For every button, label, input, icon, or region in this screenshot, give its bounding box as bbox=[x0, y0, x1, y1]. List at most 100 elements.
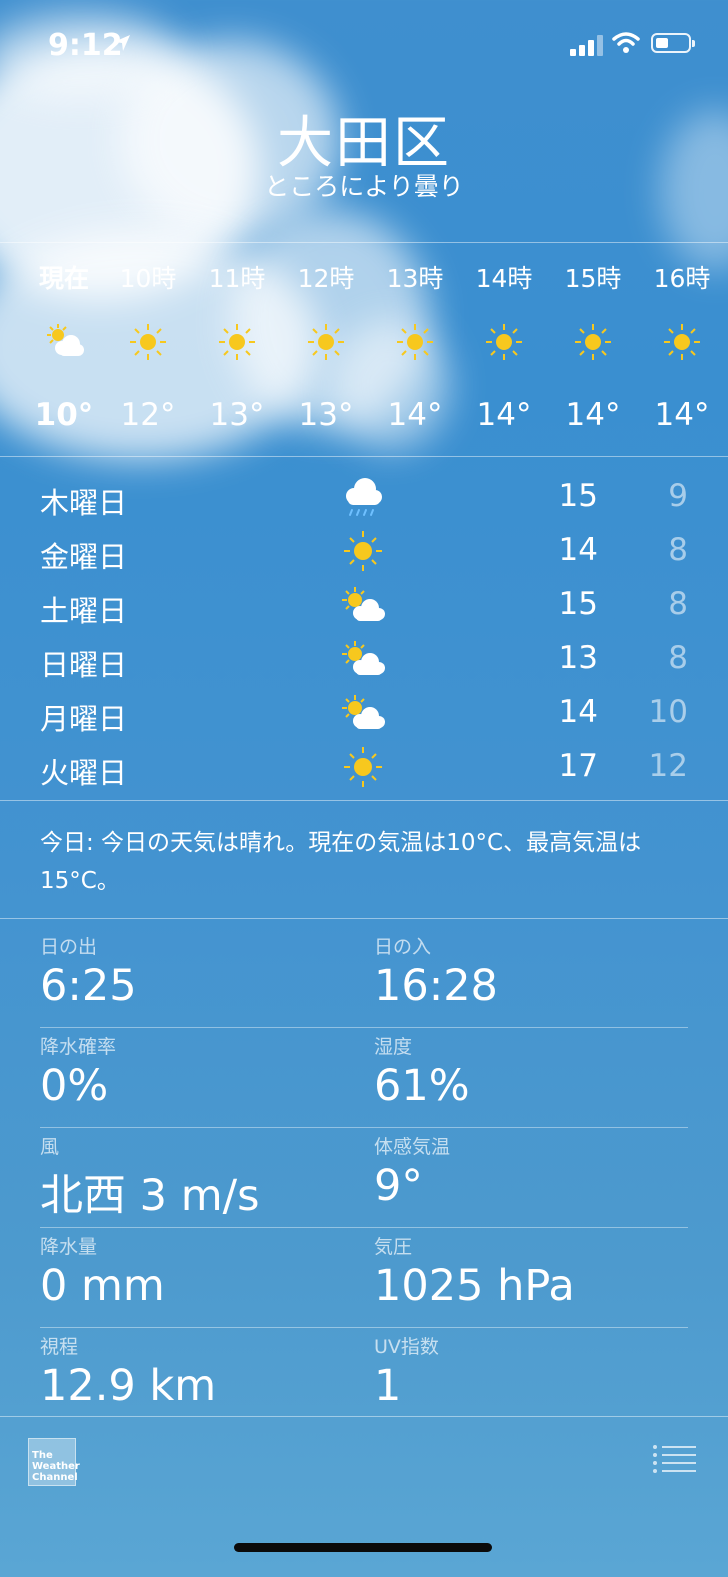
feels-like-cell: 体感気温 9° bbox=[374, 1128, 694, 1211]
sun-icon bbox=[664, 324, 700, 360]
daily-high: 17 bbox=[558, 748, 598, 784]
hourly-forecast[interactable]: 現在 10° 10時 12° 11時 13° 12時 13° 13時 14° 1… bbox=[0, 244, 728, 456]
wifi-icon bbox=[612, 32, 640, 53]
sun-icon bbox=[130, 324, 166, 360]
details-row: 日の出 6:25 日の入 16:28 bbox=[40, 928, 688, 1028]
details-row: 降水確率 0% 湿度 61% bbox=[40, 1028, 688, 1128]
divider bbox=[0, 800, 728, 801]
details-row: 風 北西 3 m/s 体感気温 9° bbox=[40, 1128, 688, 1228]
daily-low: 12 bbox=[648, 748, 688, 784]
daily-low: 8 bbox=[668, 640, 688, 676]
detail-value: 0% bbox=[40, 1061, 109, 1111]
daily-row: 月曜日 14 10 bbox=[0, 686, 728, 740]
daily-high: 15 bbox=[558, 478, 598, 514]
daily-low: 8 bbox=[668, 532, 688, 568]
hourly-time: 現在 bbox=[38, 264, 89, 293]
daily-day: 日曜日 bbox=[40, 648, 128, 682]
daily-high: 15 bbox=[558, 586, 598, 622]
detail-value: 0 mm bbox=[40, 1261, 165, 1311]
daily-high: 13 bbox=[558, 640, 598, 676]
hourly-time: 14時 bbox=[475, 264, 533, 293]
pressure-cell: 気圧 1025 hPa bbox=[374, 1228, 694, 1311]
daily-low: 10 bbox=[648, 694, 688, 730]
today-summary: 今日: 今日の天気は晴れ。現在の気温は10°C、最高気温は15°C。 bbox=[40, 830, 642, 894]
daily-low: 8 bbox=[668, 586, 688, 622]
sun-icon bbox=[575, 324, 611, 360]
sun-icon bbox=[219, 324, 255, 360]
cellular-signal-icon bbox=[570, 35, 603, 56]
daily-day: 月曜日 bbox=[40, 702, 128, 736]
detail-value: 16:28 bbox=[374, 961, 498, 1011]
daily-row: 日曜日 13 8 bbox=[0, 632, 728, 686]
partly-cloudy-icon bbox=[47, 324, 84, 356]
detail-label: 湿度 bbox=[374, 1036, 413, 1058]
sunrise-cell: 日の出 6:25 bbox=[40, 928, 360, 1011]
status-bar: 9:12 bbox=[0, 0, 728, 90]
hourly-temp: 14° bbox=[565, 397, 621, 433]
hourly-time: 10時 bbox=[119, 264, 177, 293]
location-arrow-icon bbox=[114, 35, 130, 51]
visibility-cell: 視程 12.9 km bbox=[40, 1328, 360, 1411]
home-indicator[interactable] bbox=[234, 1543, 492, 1552]
details-row: 視程 12.9 km UV指数 1 bbox=[40, 1328, 688, 1428]
partly-cloudy-icon bbox=[342, 587, 385, 621]
hourly-temp: 14° bbox=[654, 397, 710, 433]
detail-value: 1 bbox=[374, 1361, 402, 1411]
divider bbox=[0, 918, 728, 919]
precipitation-cell: 降水量 0 mm bbox=[40, 1228, 360, 1311]
daily-row: 火曜日 17 12 bbox=[0, 740, 728, 794]
detail-label: 気圧 bbox=[374, 1236, 413, 1258]
hourly-temp: 10° bbox=[34, 397, 94, 433]
partly-cloudy-icon bbox=[342, 641, 385, 675]
daily-row: 木曜日 15 9 bbox=[0, 470, 728, 524]
hourly-time: 15時 bbox=[564, 264, 622, 293]
weather-channel-logo[interactable]: The Weather Channel bbox=[28, 1438, 80, 1486]
detail-value: 1025 hPa bbox=[374, 1261, 575, 1311]
detail-value: 9° bbox=[374, 1161, 423, 1211]
uv-index-cell: UV指数 1 bbox=[374, 1328, 694, 1411]
divider bbox=[0, 1416, 728, 1417]
hourly-time: 12時 bbox=[297, 264, 355, 293]
wind-cell: 風 北西 3 m/s bbox=[40, 1128, 360, 1223]
daily-day: 火曜日 bbox=[40, 756, 128, 790]
detail-label: 体感気温 bbox=[374, 1136, 451, 1158]
rain-cloud-icon bbox=[346, 478, 382, 516]
hourly-temp: 13° bbox=[298, 397, 354, 433]
detail-label: 風 bbox=[40, 1136, 60, 1158]
partly-cloudy-icon bbox=[342, 695, 385, 729]
hourly-time: 13時 bbox=[386, 264, 444, 293]
daily-day: 金曜日 bbox=[40, 540, 128, 574]
hourly-time: 16時 bbox=[653, 264, 711, 293]
divider bbox=[0, 456, 728, 457]
sun-icon bbox=[344, 531, 382, 571]
daily-day: 木曜日 bbox=[40, 486, 128, 520]
current-condition: ところにより曇り bbox=[264, 172, 464, 201]
daily-row: 金曜日 14 8 bbox=[0, 524, 728, 578]
detail-value: 61% bbox=[374, 1061, 470, 1111]
divider bbox=[0, 242, 728, 243]
hourly-time: 11時 bbox=[208, 264, 266, 293]
hourly-temp: 13° bbox=[209, 397, 265, 433]
city-list-icon[interactable] bbox=[652, 1444, 696, 1476]
sunset-cell: 日の入 16:28 bbox=[374, 928, 694, 1011]
battery-icon bbox=[651, 33, 695, 53]
detail-label: UV指数 bbox=[374, 1336, 439, 1358]
hourly-temp: 14° bbox=[387, 397, 443, 433]
hourly-temp: 12° bbox=[120, 397, 176, 433]
sun-icon bbox=[308, 324, 344, 360]
daily-day: 土曜日 bbox=[40, 594, 128, 628]
daily-row: 土曜日 15 8 bbox=[0, 578, 728, 632]
precip-chance-cell: 降水確率 0% bbox=[40, 1028, 360, 1111]
daily-high: 14 bbox=[558, 532, 598, 568]
detail-value: 12.9 km bbox=[40, 1361, 217, 1411]
details-row: 降水量 0 mm 気圧 1025 hPa bbox=[40, 1228, 688, 1328]
detail-label: 日の出 bbox=[40, 936, 98, 958]
sun-icon bbox=[397, 324, 433, 360]
detail-label: 日の入 bbox=[374, 936, 432, 958]
daily-low: 9 bbox=[668, 478, 688, 514]
sun-icon bbox=[486, 324, 522, 360]
detail-value: 6:25 bbox=[40, 961, 137, 1011]
detail-label: 視程 bbox=[40, 1336, 79, 1358]
humidity-cell: 湿度 61% bbox=[374, 1028, 694, 1111]
daily-high: 14 bbox=[558, 694, 598, 730]
